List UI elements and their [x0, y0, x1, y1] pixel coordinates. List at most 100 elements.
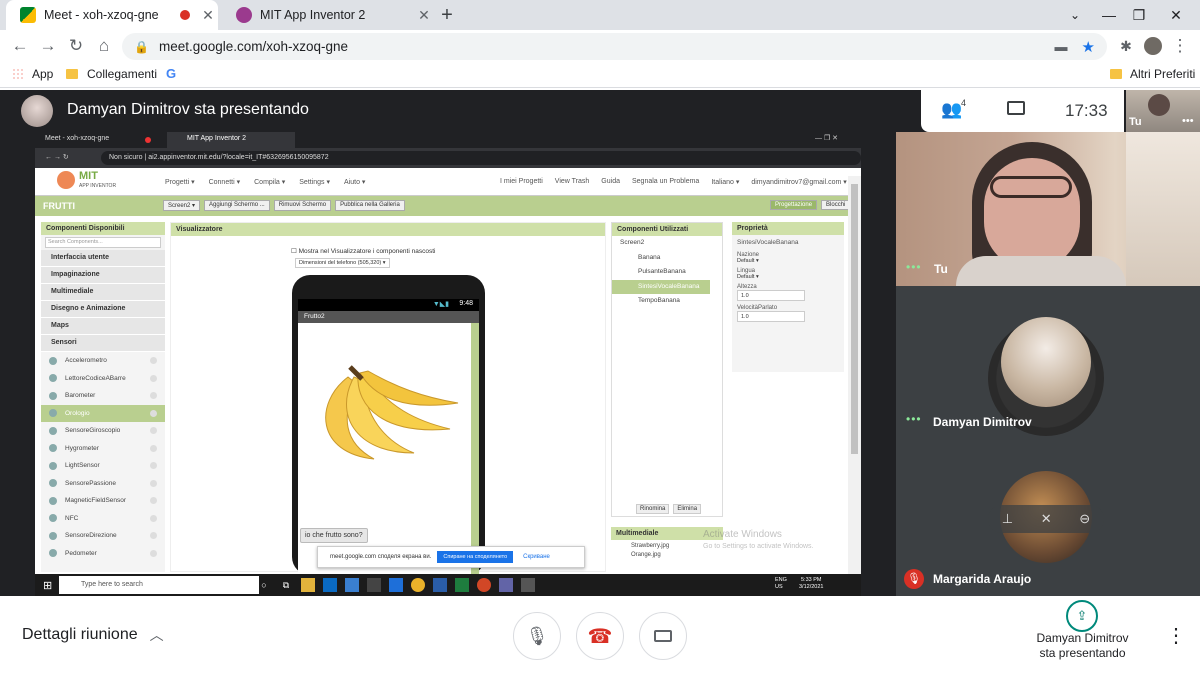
palette-category[interactable]: Maps	[41, 318, 165, 335]
remove-icon[interactable]: ⊖	[1079, 511, 1090, 527]
view-button[interactable]: Blocchi	[821, 200, 851, 210]
help-icon[interactable]	[150, 532, 157, 540]
ai-top-link[interactable]: Italiano ▾	[711, 178, 739, 186]
palette-category[interactable]: Sensori	[41, 335, 165, 352]
help-icon[interactable]	[150, 409, 157, 417]
help-icon[interactable]	[150, 357, 157, 365]
tile-margarida[interactable]: ⊥ ✕ ⊖ 🎙 Margarida Araujo	[896, 441, 1200, 596]
help-icon[interactable]	[150, 444, 157, 452]
project-button[interactable]: Aggiungi Schermo ...	[204, 200, 270, 211]
ai-menu-item[interactable]: Aiuto ▾	[344, 178, 365, 186]
tab-search-icon[interactable]: ⌄	[1062, 0, 1088, 30]
palette-category[interactable]: Multimediale	[41, 284, 165, 301]
ai-menu-item[interactable]: Connetti ▾	[209, 178, 241, 186]
ai-menu-item[interactable]: Progetti ▾	[165, 178, 195, 186]
reload-icon[interactable]: ↻	[62, 30, 90, 62]
mic-button[interactable]: 🎙	[513, 612, 561, 660]
tree-item[interactable]: Screen2	[612, 236, 722, 251]
palette-item[interactable]: MagneticFieldSensor	[41, 492, 165, 510]
chat-icon[interactable]	[1007, 101, 1025, 115]
present-now-button[interactable]: ⇪	[1066, 600, 1098, 632]
palette-item[interactable]: LightSensor	[41, 457, 165, 475]
ai-menu-item[interactable]: Compila ▾	[254, 178, 285, 186]
meeting-details-button[interactable]: Dettagli riunione ︿	[22, 625, 164, 645]
hidden-components-checkbox[interactable]: ☐ Mostra nel Visualizzatore i componenti…	[291, 247, 435, 255]
palette-item[interactable]: SensorePassione	[41, 475, 165, 493]
people-icon[interactable]: 👥	[941, 100, 962, 120]
more-dots-icon[interactable]: •••	[1182, 115, 1194, 127]
tab-app-inventor[interactable]: MIT App Inventor 2 ✕	[222, 0, 434, 30]
ai-top-link[interactable]: Segnala un Problema	[632, 178, 699, 186]
address-bar[interactable]: 🔒 meet.google.com/xoh-xzoq-gne ▬ ★	[122, 33, 1107, 60]
apps-shortcut[interactable]: App	[12, 67, 53, 81]
project-button[interactable]: Rimuovi Schermo	[273, 200, 332, 211]
media-file[interactable]: Orange.jpg	[611, 549, 723, 558]
help-icon[interactable]	[150, 374, 157, 382]
mute-for-all-icon[interactable]: ✕	[1041, 511, 1052, 527]
palette-category[interactable]: Interfaccia utente	[41, 250, 165, 267]
help-icon[interactable]	[150, 479, 157, 487]
google-bookmark[interactable]: G	[166, 66, 176, 81]
help-icon[interactable]	[150, 514, 157, 522]
palette-item[interactable]: Orologio	[41, 404, 165, 422]
close-window-button[interactable]: ✕	[1156, 0, 1196, 30]
tree-item[interactable]: SintesiVocaleBanana	[612, 279, 710, 294]
palette-item[interactable]: Barometer	[41, 387, 165, 405]
help-icon[interactable]	[150, 549, 157, 557]
camera-icon[interactable]: ▬	[1055, 39, 1068, 54]
palette-item[interactable]: SensoreGiroscopio	[41, 422, 165, 440]
phone-button[interactable]: io che frutto sono?	[300, 528, 368, 543]
palette-search[interactable]: Search Components...	[45, 237, 161, 248]
help-icon[interactable]	[150, 427, 157, 435]
close-tab-icon[interactable]: ✕	[198, 7, 218, 24]
tree-item[interactable]: PulsanteBanana	[612, 265, 722, 280]
property-value[interactable]: Default ▾	[737, 274, 839, 280]
restore-button[interactable]: ❐	[1124, 0, 1154, 30]
bookmark-folder-collegamenti[interactable]: Collegamenti	[66, 67, 157, 81]
camera-button[interactable]	[639, 612, 687, 660]
tab-meet[interactable]: Meet - xoh-xzoq-gne ✕	[6, 0, 218, 30]
palette-item[interactable]: LettoreCodiceABarre	[41, 370, 165, 388]
stop-sharing-button[interactable]: Спиране на споделянето	[437, 551, 514, 563]
pin-icon[interactable]: ⊥	[1002, 511, 1013, 527]
hide-button[interactable]: Скриване	[523, 554, 550, 560]
tree-item[interactable]: Banana	[612, 251, 722, 266]
avatar[interactable]	[1139, 30, 1167, 62]
tile-damyan[interactable]: ••• Damyan Dimitrov	[896, 286, 1200, 441]
hangup-button[interactable]: ☎	[576, 612, 624, 660]
new-tab-button[interactable]: +	[432, 0, 462, 30]
self-thumbnail[interactable]: Tu •••	[1126, 90, 1200, 132]
bookmark-star-icon[interactable]: ★	[1082, 38, 1095, 56]
palette-item[interactable]: SensoreDirezione	[41, 527, 165, 545]
palette-item[interactable]: NFC	[41, 510, 165, 528]
back-icon[interactable]: ←	[6, 30, 34, 62]
palette-item[interactable]: Accelerometro	[41, 352, 165, 370]
help-icon[interactable]	[150, 392, 157, 400]
ai-top-link[interactable]: View Trash	[555, 178, 590, 186]
help-icon[interactable]	[150, 497, 157, 505]
property-value[interactable]: 1.0	[737, 311, 805, 322]
ai-menu-item[interactable]: Settings ▾	[299, 178, 330, 186]
help-icon[interactable]	[150, 462, 157, 470]
property-value[interactable]: 1.0	[737, 290, 805, 301]
home-icon[interactable]: ⌂	[90, 30, 118, 62]
forward-icon[interactable]: →	[34, 30, 62, 62]
other-bookmarks[interactable]: Altri Preferiti	[1110, 67, 1195, 81]
palette-item[interactable]: Hygrometer	[41, 440, 165, 458]
project-button[interactable]: Screen2 ▾	[163, 200, 201, 211]
minimize-button[interactable]: —	[1094, 0, 1124, 30]
ai-top-link[interactable]: dimyandimitrov7@gmail.com ▾	[751, 178, 846, 186]
property-value[interactable]: Default ▾	[737, 258, 839, 264]
palette-category[interactable]: Impaginazione	[41, 267, 165, 284]
palette-item[interactable]: Pedometer	[41, 545, 165, 563]
tree-item[interactable]: TempoBanana	[612, 294, 722, 309]
rename-button[interactable]: Rinomina	[636, 504, 670, 514]
more-options-icon[interactable]: ⋮	[1166, 623, 1186, 648]
extensions-icon[interactable]: ✱	[1112, 30, 1140, 62]
view-button[interactable]: Progettazione	[770, 200, 818, 210]
ai-top-link[interactable]: Guida	[601, 178, 620, 186]
project-button[interactable]: Pubblica nella Galleria	[335, 200, 405, 211]
phone-size-select[interactable]: Dimensioni del telefono (505,320) ▾	[295, 258, 390, 268]
close-tab-icon[interactable]: ✕	[414, 7, 434, 24]
palette-category[interactable]: Disegno e Animazione	[41, 301, 165, 318]
